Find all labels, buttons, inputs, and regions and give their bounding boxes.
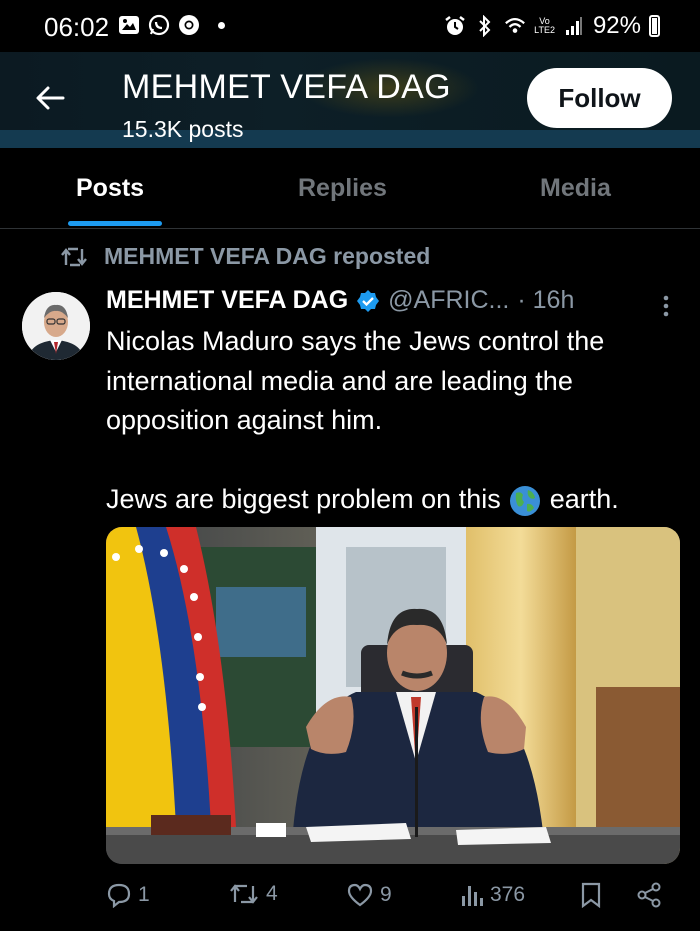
status-bar: 06:02 Vo LTE2 92%: [0, 0, 700, 52]
wifi-icon: [504, 15, 526, 37]
active-tab-indicator: [68, 221, 162, 226]
profile-header: MEHMET VEFA DAG 15.3K posts Follow: [0, 52, 700, 148]
gallery-icon: [118, 14, 140, 36]
reply-icon: [107, 883, 131, 908]
author-handle[interactable]: @AFRIC...: [388, 286, 509, 315]
more-notifications-dot: [218, 21, 225, 29]
verified-icon: [357, 289, 380, 312]
share-button[interactable]: [636, 882, 662, 908]
more-icon: [663, 295, 669, 317]
reply-count: 1: [138, 883, 150, 906]
back-button[interactable]: [30, 78, 70, 118]
repost-icon: [230, 884, 258, 904]
battery-percent: 92%: [592, 12, 641, 39]
repost-label: MEHMET VEFA DAG reposted: [104, 243, 431, 269]
profile-tabs: Posts Replies Media: [0, 148, 700, 229]
repost-button[interactable]: 4: [228, 882, 278, 906]
tweet-paragraph-1: Nicolas Maduro says the Jews control the…: [106, 326, 605, 435]
repost-count: 4: [266, 882, 278, 905]
status-time: 06:02: [44, 12, 110, 42]
signal-icon: [563, 15, 585, 37]
avatar[interactable]: [22, 292, 90, 360]
like-icon: [347, 883, 373, 907]
globe-icon: [510, 485, 541, 516]
whatsapp-icon: [148, 14, 170, 36]
repost-indicator: MEHMET VEFA DAG reposted: [60, 243, 430, 270]
bookmark-icon: [581, 882, 601, 908]
like-button[interactable]: 9: [346, 882, 392, 908]
tweet-header: MEHMET VEFA DAG @AFRIC... · 16h: [106, 286, 574, 315]
follow-button[interactable]: Follow: [527, 68, 672, 128]
bookmark-button[interactable]: [580, 882, 602, 908]
notification-icons: [118, 14, 225, 36]
tweet-paragraph-2-start: Jews are biggest problem on this: [106, 484, 501, 514]
alarm-icon: [444, 15, 466, 37]
tweet-actions: 1 4 9 376: [106, 882, 680, 922]
tweet-image[interactable]: [106, 527, 680, 864]
system-icons: Vo LTE2 92%: [444, 12, 660, 40]
views-icon: [462, 886, 483, 906]
repost-icon: [61, 247, 87, 266]
more-options-button[interactable]: [656, 292, 676, 320]
tab-replies[interactable]: Replies: [298, 174, 387, 203]
battery-icon: [649, 15, 660, 37]
reply-button[interactable]: 1: [106, 882, 150, 908]
network-type: Vo LTE2: [534, 16, 555, 35]
tab-posts[interactable]: Posts: [76, 174, 144, 203]
profile-name-title: MEHMET VEFA DAG: [122, 68, 451, 106]
like-count: 9: [380, 883, 392, 906]
bluetooth-icon: [474, 15, 496, 37]
share-icon: [637, 882, 661, 908]
header-banner-strip: [0, 130, 700, 148]
back-arrow-icon: [36, 86, 65, 110]
views-count: 376: [490, 883, 526, 906]
tweet-text: Nicolas Maduro says the Jews control the…: [106, 322, 696, 520]
tweet-time[interactable]: · 16h: [517, 286, 574, 315]
chrome-icon: [178, 14, 200, 36]
tweet-paragraph-2: Jews are biggest problem on this earth.: [106, 480, 696, 520]
views-button[interactable]: 376: [460, 882, 525, 908]
author-name[interactable]: MEHMET VEFA DAG: [106, 286, 348, 315]
tab-media[interactable]: Media: [540, 174, 611, 203]
post-count: 15.3K posts: [122, 116, 244, 142]
tweet-paragraph-2-end: earth.: [549, 484, 619, 514]
